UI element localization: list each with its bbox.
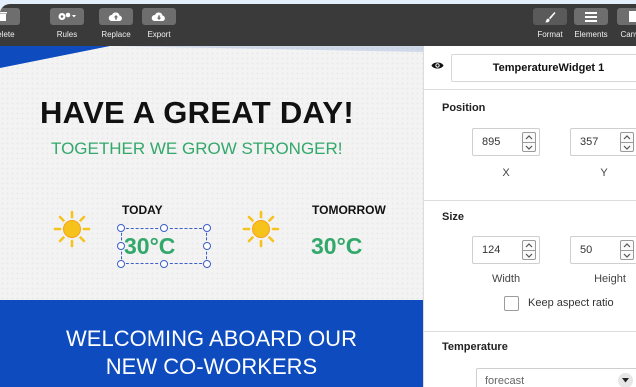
sun-icon[interactable] xyxy=(53,210,91,248)
replace-button[interactable]: Replace xyxy=(99,8,133,42)
canvas-button[interactable]: Canvas xyxy=(617,8,636,42)
elements-button[interactable]: Elements xyxy=(574,8,608,42)
chevron-up-icon[interactable] xyxy=(620,240,634,250)
widget-name-field[interactable]: TemperatureWidget 1 xyxy=(451,54,636,82)
selection-box[interactable] xyxy=(117,224,211,268)
width-input[interactable]: 124 xyxy=(472,236,540,264)
chevron-up-icon[interactable] xyxy=(522,240,536,250)
size-section-title: Size xyxy=(442,211,465,223)
position-section-title: Position xyxy=(442,102,486,114)
subline-text[interactable]: TOGETHER WE GROW STRONGER! xyxy=(51,139,343,159)
resize-handle-bottom[interactable] xyxy=(160,260,168,268)
height-value: 50 xyxy=(580,244,593,256)
resize-handle-top-left[interactable] xyxy=(117,224,125,232)
x-caption: X xyxy=(502,167,510,179)
chevron-down-icon[interactable] xyxy=(522,250,536,260)
height-caption: Height xyxy=(594,273,626,285)
dropdown-arrow-icon[interactable] xyxy=(618,373,633,387)
x-position-stepper[interactable] xyxy=(522,132,536,152)
x-position-input[interactable]: 895 xyxy=(472,128,540,156)
resize-handle-top[interactable] xyxy=(160,224,168,232)
resize-handle-top-right[interactable] xyxy=(203,224,211,232)
keep-aspect-ratio-checkbox[interactable] xyxy=(504,296,519,311)
trash-icon xyxy=(0,8,20,25)
chevron-down-icon[interactable] xyxy=(620,142,634,152)
resize-handle-bottom-right[interactable] xyxy=(203,260,211,268)
format-button[interactable]: Format xyxy=(533,8,567,42)
headline-text[interactable]: HAVE A GREAT DAY! xyxy=(40,95,400,131)
canvas-button-label: Canvas xyxy=(620,30,636,39)
cloud-download-icon xyxy=(142,8,176,25)
width-stepper[interactable] xyxy=(522,240,536,260)
resize-handle-right[interactable] xyxy=(203,242,211,250)
chevron-up-icon[interactable] xyxy=(522,132,536,142)
y-position-stepper[interactable] xyxy=(620,132,634,152)
height-stepper[interactable] xyxy=(620,240,634,260)
y-caption: Y xyxy=(600,167,608,179)
delete-button-label: Delete xyxy=(0,30,15,39)
list-icon xyxy=(574,8,608,25)
panel-header: TemperatureWidget 1 xyxy=(424,46,636,90)
export-button[interactable]: Export xyxy=(142,8,176,42)
section-divider xyxy=(424,200,636,201)
keep-aspect-ratio-label[interactable]: Keep aspect ratio xyxy=(528,297,614,309)
welcome-banner[interactable]: WELCOMING ABOARD OUR NEW CO-WORKERS xyxy=(0,300,423,387)
width-caption: Width xyxy=(491,273,521,285)
rules-button-label: Rules xyxy=(56,30,78,39)
resize-handle-left[interactable] xyxy=(117,242,125,250)
width-value: 124 xyxy=(482,244,501,256)
top-toolbar: Delete Rules Replace Export Format xyxy=(0,4,636,46)
banner-line-2: NEW CO-WORKERS xyxy=(105,354,318,379)
eye-icon[interactable] xyxy=(431,61,444,70)
today-label[interactable]: TODAY xyxy=(122,203,163,217)
tomorrow-label[interactable]: TOMORROW xyxy=(312,203,386,217)
design-canvas[interactable]: HAVE A GREAT DAY! TOGETHER WE GROW STRON… xyxy=(0,46,423,387)
gears-icon xyxy=(50,8,84,25)
tomorrow-temperature[interactable]: 30°C xyxy=(311,233,362,260)
temperature-mode-value: forecast xyxy=(485,375,525,387)
y-position-value: 357 xyxy=(580,136,599,148)
replace-button-label: Replace xyxy=(101,30,131,39)
resize-handle-bottom-left[interactable] xyxy=(117,260,125,268)
chevron-up-icon[interactable] xyxy=(620,132,634,142)
height-input[interactable]: 50 xyxy=(570,236,636,264)
brush-icon xyxy=(533,8,567,25)
export-button-label: Export xyxy=(147,30,171,39)
canvas-icon xyxy=(617,8,636,25)
app-window: Delete Rules Replace Export Format xyxy=(0,4,636,387)
sun-icon[interactable] xyxy=(242,210,280,248)
blue-accent-shape xyxy=(0,46,423,68)
chevron-down-icon[interactable] xyxy=(522,142,536,152)
delete-button[interactable]: Delete xyxy=(0,8,20,42)
chevron-down-icon[interactable] xyxy=(620,250,634,260)
section-divider xyxy=(424,331,636,332)
banner-line-1: WELCOMING ABOARD OUR xyxy=(66,326,357,351)
elements-button-label: Elements xyxy=(574,30,608,39)
cloud-upload-icon xyxy=(99,8,133,25)
temperature-section-title: Temperature xyxy=(442,341,508,353)
y-position-input[interactable]: 357 xyxy=(570,128,636,156)
properties-panel: TemperatureWidget 1 Position 895 357 X Y… xyxy=(423,46,636,387)
temperature-mode-select[interactable]: forecast xyxy=(476,368,636,387)
rules-button[interactable]: Rules xyxy=(50,8,84,42)
x-position-value: 895 xyxy=(482,136,501,148)
format-button-label: Format xyxy=(537,30,563,39)
